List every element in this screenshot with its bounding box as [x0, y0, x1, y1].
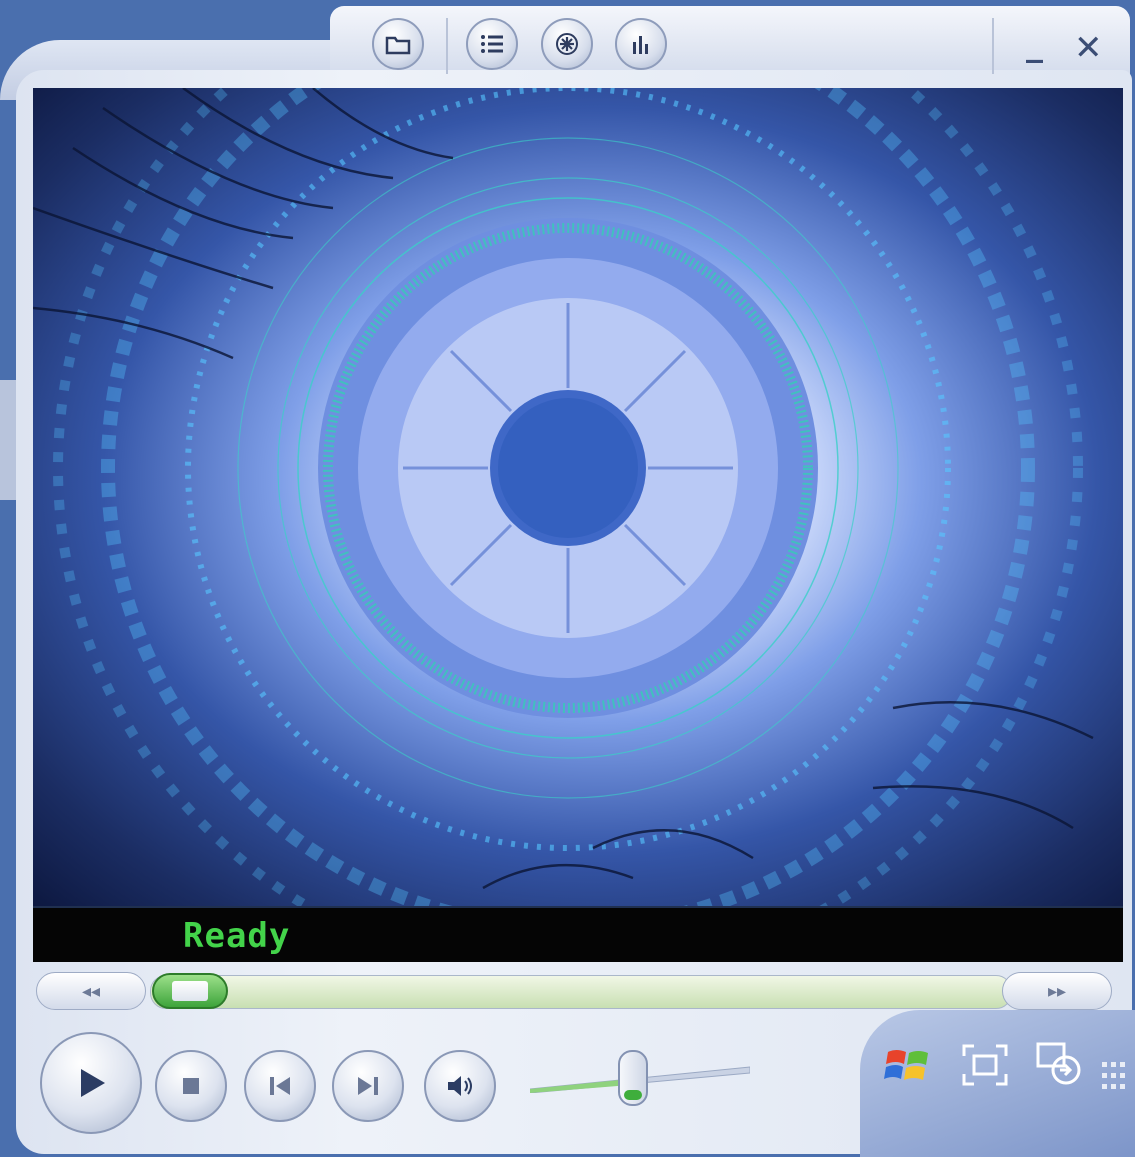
- mute-icon: [448, 1076, 472, 1096]
- resize-handle[interactable]: [0, 380, 16, 500]
- playlist-icon: [481, 35, 503, 53]
- previous-button[interactable]: [244, 1050, 316, 1122]
- rewind-icon: ◂◂: [81, 980, 101, 1002]
- minimize-button[interactable]: _: [1026, 24, 1043, 64]
- equalizer-button[interactable]: [615, 18, 667, 70]
- seek-thumb[interactable]: [152, 973, 228, 1009]
- rewind-button[interactable]: ◂◂: [36, 972, 146, 1010]
- next-button[interactable]: [332, 1050, 404, 1122]
- seek-bar[interactable]: [150, 975, 1012, 1009]
- video-display[interactable]: [33, 88, 1123, 906]
- visualization-button[interactable]: [541, 18, 593, 70]
- resize-grip-icon[interactable]: [1100, 1060, 1128, 1094]
- play-icon: [81, 1069, 105, 1097]
- windows-logo-icon[interactable]: [884, 1044, 934, 1088]
- equalizer-icon: [633, 36, 648, 54]
- stop-icon: [183, 1078, 199, 1094]
- title-separator: [446, 18, 448, 74]
- playlist-button[interactable]: [466, 18, 518, 70]
- fast-forward-button[interactable]: ▸▸: [1002, 972, 1112, 1010]
- next-icon: [358, 1077, 378, 1095]
- previous-icon: [270, 1077, 290, 1095]
- status-bar: Ready: [33, 906, 1123, 962]
- visualization-icon: [556, 33, 578, 55]
- folder-icon: [385, 36, 411, 55]
- title-separator: [992, 18, 994, 74]
- fast-forward-icon: ▸▸: [1047, 980, 1067, 1002]
- play-button[interactable]: [40, 1032, 142, 1134]
- player-window: _ ✕ Ready ◂◂ ▸▸: [0, 0, 1135, 1157]
- volume-thumb[interactable]: [618, 1050, 648, 1106]
- eye-visualization-image: [33, 88, 1094, 906]
- skin-mode-icon[interactable]: [1034, 1040, 1086, 1088]
- stop-button[interactable]: [155, 1050, 227, 1122]
- mute-button[interactable]: [424, 1050, 496, 1122]
- fullscreen-icon[interactable]: [960, 1042, 1010, 1088]
- open-folder-button[interactable]: [372, 18, 424, 70]
- close-button[interactable]: ✕: [1074, 28, 1103, 68]
- status-text: Ready: [183, 916, 291, 956]
